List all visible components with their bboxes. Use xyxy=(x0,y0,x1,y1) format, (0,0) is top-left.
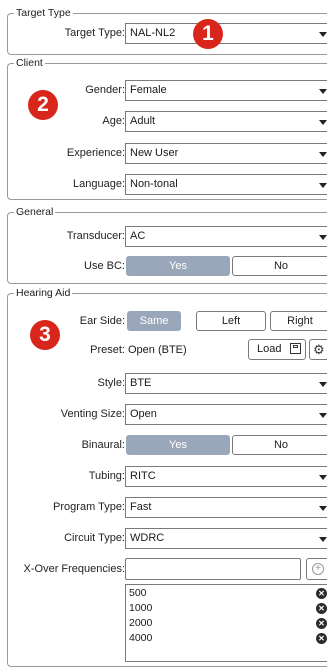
language-label: Language: xyxy=(73,178,125,190)
chevron-down-icon xyxy=(319,89,327,94)
client-group: Client Gender: Female Age: Adult Experie… xyxy=(7,57,327,200)
frequency-value: 2000 xyxy=(129,617,153,629)
chevron-down-icon xyxy=(319,183,327,188)
transducer-label: Transducer: xyxy=(66,230,125,242)
gender-label: Gender: xyxy=(85,84,125,96)
venting-size-select[interactable]: Open xyxy=(125,404,327,425)
use-bc-yes-toggle[interactable]: Yes xyxy=(126,256,230,276)
age-select[interactable]: Adult xyxy=(125,111,327,132)
frequency-value: 4000 xyxy=(129,632,153,644)
general-group: General Transducer: AC Use BC: Yes No xyxy=(7,206,327,284)
hearing-aid-group: Hearing Aid Ear Side: Same Left Right Pr… xyxy=(7,287,327,667)
frequency-list-item: 2000 ✕ xyxy=(126,616,327,631)
style-value: BTE xyxy=(130,377,152,389)
save-icon xyxy=(290,343,301,354)
circuit-type-select[interactable]: WDRC xyxy=(125,528,327,549)
chevron-down-icon xyxy=(319,506,327,511)
gender-select[interactable]: Female xyxy=(125,80,327,101)
chevron-down-icon xyxy=(319,382,327,387)
tubing-label: Tubing: xyxy=(88,470,125,482)
preset-label: Preset: xyxy=(90,344,125,356)
xover-frequency-input[interactable] xyxy=(125,558,301,580)
gear-icon: ⚙ xyxy=(313,342,325,357)
binaural-label: Binaural: xyxy=(81,439,125,451)
remove-frequency-icon[interactable]: ✕ xyxy=(316,618,327,629)
xover-frequencies-label: X-Over Frequencies: xyxy=(23,563,125,575)
remove-frequency-icon[interactable]: ✕ xyxy=(316,588,327,599)
transducer-select[interactable]: AC xyxy=(125,226,327,247)
binaural-yes-toggle[interactable]: Yes xyxy=(126,435,230,455)
settings-button[interactable]: ⚙ xyxy=(309,339,327,360)
remove-frequency-icon[interactable]: ✕ xyxy=(316,633,327,644)
chevron-down-icon xyxy=(319,120,327,125)
preset-value: Open (BTE) xyxy=(128,344,187,356)
add-frequency-button[interactable]: + xyxy=(306,558,327,580)
chevron-down-icon xyxy=(319,235,327,240)
target-type-value: NAL-NL2 xyxy=(130,27,176,39)
chevron-down-icon xyxy=(319,475,327,480)
chevron-down-icon xyxy=(319,152,327,157)
program-type-label: Program Type: xyxy=(53,501,125,513)
target-type-legend: Target Type xyxy=(14,7,73,20)
ear-left-toggle[interactable]: Left xyxy=(196,311,266,331)
load-label: Load xyxy=(257,343,282,355)
load-button[interactable]: Load xyxy=(248,339,306,360)
venting-size-label: Venting Size: xyxy=(60,408,125,420)
frequency-value: 1000 xyxy=(129,602,153,614)
client-legend: Client xyxy=(14,57,45,70)
ear-same-toggle[interactable]: Same xyxy=(127,311,181,331)
chevron-down-icon xyxy=(319,32,327,37)
language-select[interactable]: Non-tonal xyxy=(125,174,327,195)
hearing-aid-legend: Hearing Aid xyxy=(14,287,73,300)
age-label: Age: xyxy=(102,115,125,127)
circuit-type-value: WDRC xyxy=(130,532,165,544)
binaural-no-toggle[interactable]: No xyxy=(232,435,327,455)
frequency-value: 500 xyxy=(129,587,147,599)
remove-frequency-icon[interactable]: ✕ xyxy=(316,603,327,614)
language-value: Non-tonal xyxy=(130,178,178,190)
tubing-select[interactable]: RITC xyxy=(125,466,327,487)
frequency-list-item: 1000 ✕ xyxy=(126,601,327,616)
target-type-label: Target Type: xyxy=(64,27,125,39)
transducer-value: AC xyxy=(130,230,146,242)
age-value: Adult xyxy=(130,115,156,127)
venting-size-value: Open xyxy=(130,408,157,420)
experience-label: Experience: xyxy=(66,147,125,159)
plus-circle-icon: + xyxy=(312,563,324,575)
circuit-type-label: Circuit Type: xyxy=(64,532,125,544)
frequency-list-item: 4000 ✕ xyxy=(126,631,327,646)
experience-value: New User xyxy=(130,147,179,159)
callout-badge-3: 3 xyxy=(30,320,60,350)
callout-badge-2: 2 xyxy=(28,90,58,120)
gender-value: Female xyxy=(130,84,167,96)
tubing-value: RITC xyxy=(130,470,156,482)
target-type-group: Target Type Target Type: NAL-NL2 xyxy=(7,7,327,55)
program-type-value: Fast xyxy=(130,501,152,513)
use-bc-no-toggle[interactable]: No xyxy=(232,256,327,276)
callout-badge-1: 1 xyxy=(193,19,223,49)
use-bc-label: Use BC: xyxy=(84,260,125,272)
chevron-down-icon xyxy=(319,537,327,542)
chevron-down-icon xyxy=(319,413,327,418)
program-type-select[interactable]: Fast xyxy=(125,497,327,518)
frequency-list: 500 ✕ 1000 ✕ 2000 ✕ 4000 ✕ xyxy=(125,584,327,662)
frequency-list-item: 500 ✕ xyxy=(126,586,327,601)
experience-select[interactable]: New User xyxy=(125,143,327,164)
general-legend: General xyxy=(14,206,56,219)
style-label: Style: xyxy=(97,377,125,389)
ear-right-toggle[interactable]: Right xyxy=(270,311,327,331)
style-select[interactable]: BTE xyxy=(125,373,327,394)
target-type-select[interactable]: NAL-NL2 xyxy=(125,23,327,44)
ear-side-label: Ear Side: xyxy=(79,315,125,327)
